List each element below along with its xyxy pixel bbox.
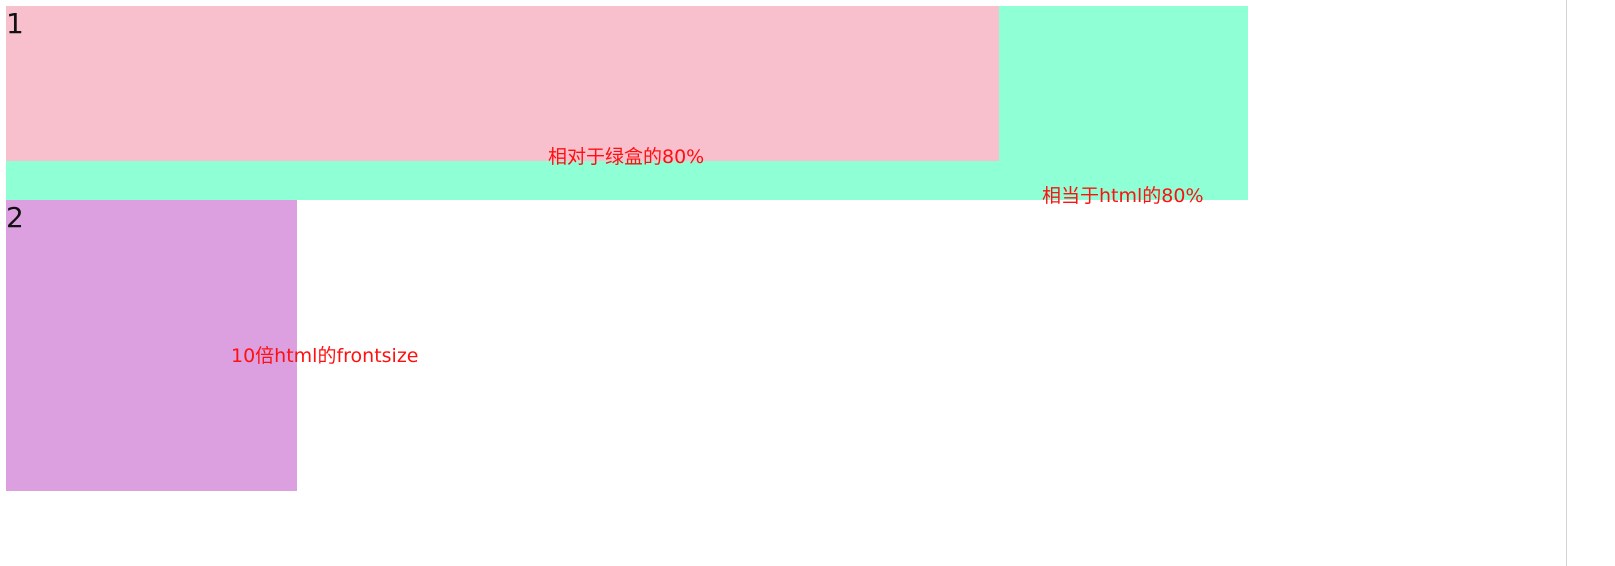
box-2-label: 2	[6, 201, 24, 234]
box-1-label: 1	[6, 7, 24, 40]
green-box: 1	[6, 6, 1248, 200]
page-edge-divider	[1566, 0, 1567, 566]
green-box-annotation: 相当于html的80%	[1042, 185, 1204, 207]
purple-box-annotation: 10倍html的frontsize	[231, 345, 419, 367]
pink-box: 1	[6, 6, 999, 161]
pink-box-annotation: 相对于绿盒的80%	[548, 146, 705, 168]
